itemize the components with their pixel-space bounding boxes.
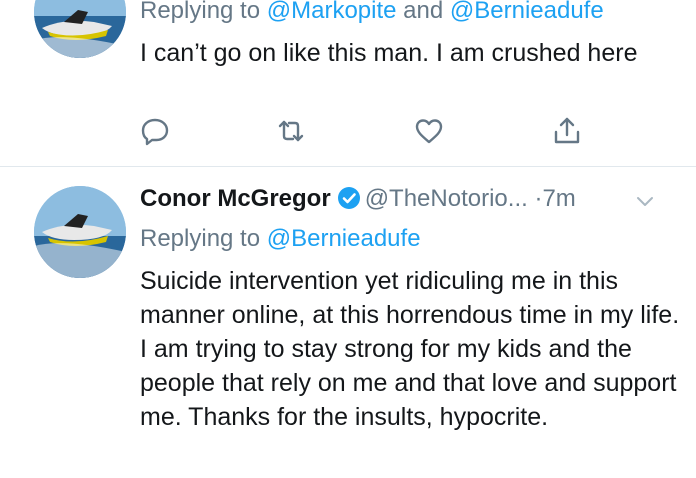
mention-link[interactable]: @Markopite (267, 0, 397, 24)
tweet-text: Suicide intervention yet ridiculing me i… (140, 267, 680, 431)
avatar[interactable] (34, 186, 126, 278)
tweet-actions (140, 116, 580, 146)
reply-icon[interactable] (140, 116, 170, 146)
tweet-divider (0, 166, 696, 167)
replying-to-label: Replying to (140, 0, 261, 24)
chevron-down-icon[interactable] (634, 188, 656, 210)
tweet-reply-top[interactable]: Replying to @Markopite and @Bernieadufe … (0, 0, 696, 164)
verified-badge-icon (337, 186, 361, 210)
mention-link[interactable]: @Bernieadufe (450, 0, 604, 24)
tweet-text: I can’t go on like this man. I am crushe… (140, 39, 638, 67)
tweet-header: Conor McGregor @TheNotorio... ·7m (140, 182, 676, 216)
replying-to-line: Replying to @Bernieadufe (140, 224, 421, 254)
user-handle[interactable]: @TheNotorio... (365, 185, 528, 212)
replying-to-label: Replying to (140, 225, 261, 252)
mention-link[interactable]: @Bernieadufe (267, 225, 421, 252)
avatar[interactable] (34, 0, 126, 58)
replying-to-joiner: and (403, 0, 444, 24)
tweet-reply-conor[interactable]: Conor McGregor @TheNotorio... ·7m Replyin… (0, 168, 696, 478)
share-icon[interactable] (552, 116, 582, 146)
display-name[interactable]: Conor McGregor (140, 185, 331, 212)
avatar-jetski-image (34, 0, 126, 58)
avatar-jetski-image (34, 186, 126, 278)
like-icon[interactable] (414, 116, 444, 146)
timestamp[interactable]: 7m (542, 185, 575, 212)
replying-to-line: Replying to @Markopite and @Bernieadufe (140, 0, 604, 26)
retweet-icon[interactable] (276, 116, 306, 146)
